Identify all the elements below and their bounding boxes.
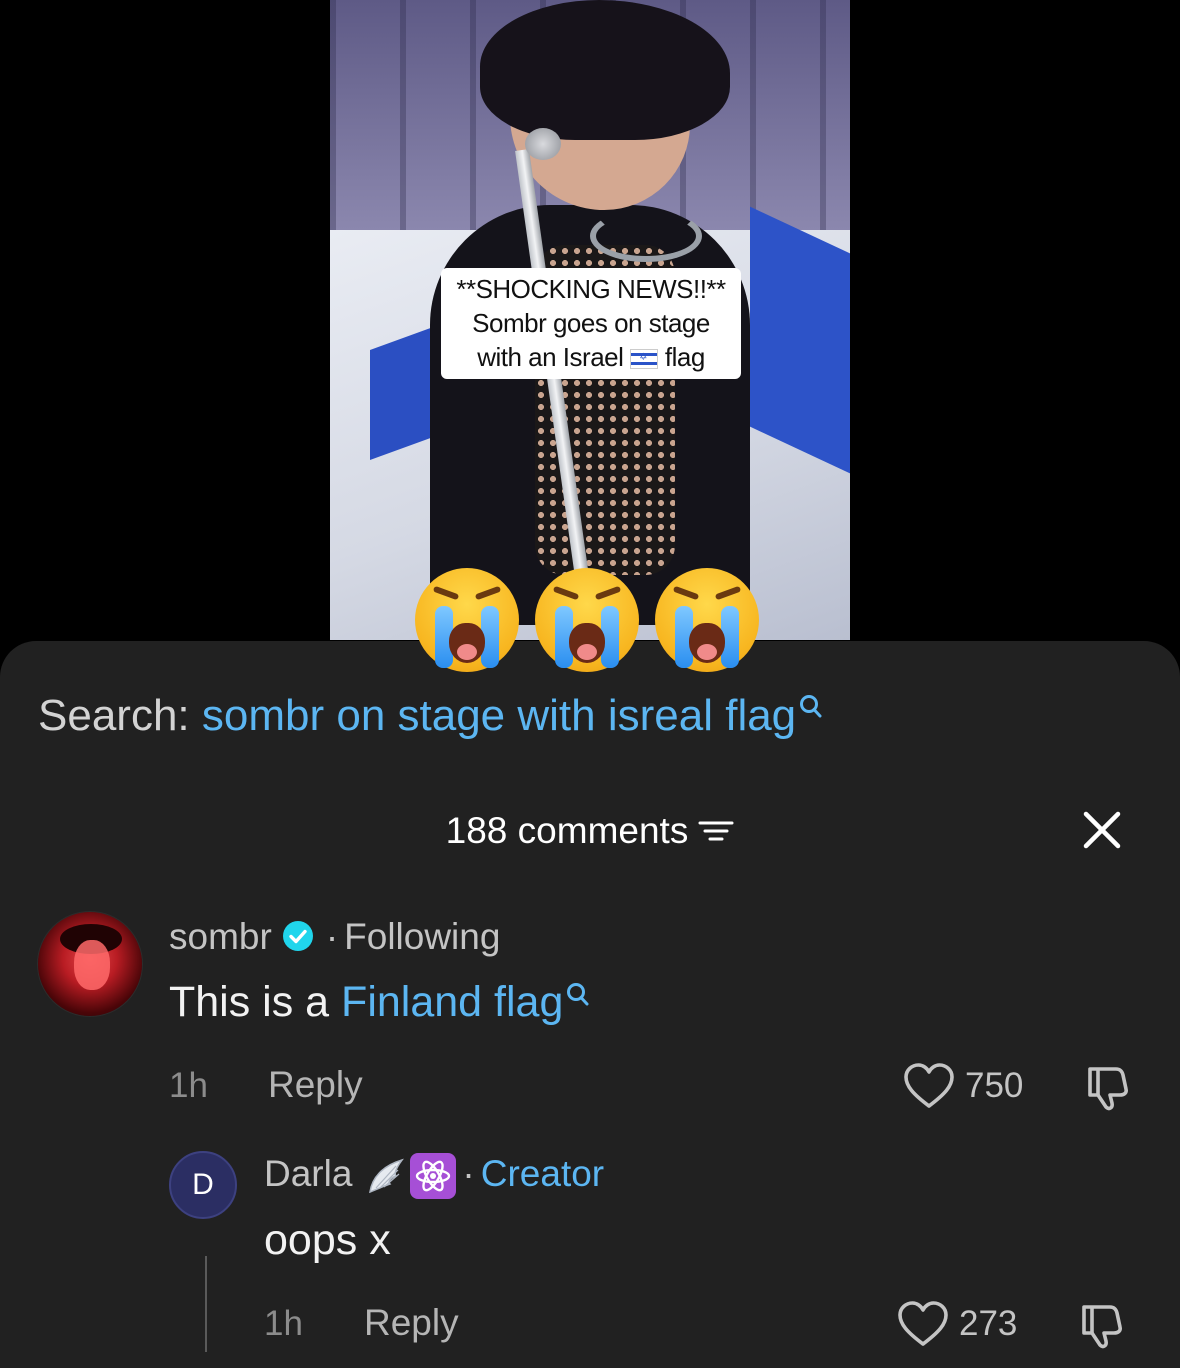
comment-timestamp: 1h [169,1066,208,1105]
creator-label: Creator [480,1153,605,1194]
video-area: **SHOCKING NEWS!!** Sombr goes on stage … [0,0,1180,660]
microphone [525,128,561,160]
avatar[interactable] [38,912,142,1016]
avatar[interactable]: D [169,1151,237,1219]
close-icon[interactable] [1078,806,1126,854]
comments-sheet: Search: sombr on stage with isreal flag … [0,641,1180,1368]
atom-symbol-icon [410,1153,457,1200]
performer-hair [480,0,730,140]
caption-line-3-flag-word: flag [664,342,705,372]
loudly-crying-face-icon [655,568,759,672]
like-button[interactable]: 750 [903,1062,1033,1110]
like-button[interactable]: 273 [897,1300,1027,1348]
flag-stripe-right [750,206,850,474]
comment-text-body: This is a [169,978,342,1026]
dislike-icon[interactable] [1082,1063,1132,1113]
reply-timestamp: 1h [264,1304,303,1343]
reply-button[interactable]: Reply [364,1302,459,1344]
comment-search-link[interactable]: Finland flag [341,978,563,1026]
heart-icon[interactable] [903,1062,955,1110]
like-count: 273 [959,1304,1018,1343]
loudly-crying-face-icon [535,568,639,672]
crying-emoji-row [415,568,775,672]
search-suggestion[interactable]: Search: sombr on stage with isreal flag [38,690,824,742]
caption-line-3-text: with an Israel [477,342,624,372]
thread-line [205,1256,207,1352]
comment-text: This is a Finland flag [169,976,591,1028]
like-count: 750 [965,1066,1024,1105]
search-icon[interactable] [798,694,824,722]
separator-dot: · [325,916,339,957]
reply-author-row: Darla · Creator [264,1152,605,1200]
comments-header: 188 comments [0,807,1180,853]
caption-line-2: Sombr goes on stage [472,308,710,338]
caption-line-1: **SHOCKING NEWS!!** [456,274,726,304]
angel-wing-icon [369,1158,405,1194]
comment-author-name[interactable]: sombr [169,916,272,957]
search-query-link[interactable]: sombr on stage with isreal flag [202,691,796,740]
separator-dot: · [462,1153,475,1194]
reply-button[interactable]: Reply [268,1064,363,1106]
loudly-crying-face-icon [415,568,519,672]
following-label: Following [344,916,501,957]
performer-necklace [590,210,702,262]
dislike-icon[interactable] [1076,1301,1126,1351]
video-caption: **SHOCKING NEWS!!** Sombr goes on stage … [441,268,741,379]
sort-filter-icon[interactable] [698,817,734,845]
comments-count: 188 comments [445,810,689,852]
israel-flag-emoji-icon [630,349,659,370]
reply-text: oops x [264,1216,391,1264]
heart-icon[interactable] [897,1300,949,1348]
app-root: **SHOCKING NEWS!!** Sombr goes on stage … [0,0,1180,1368]
search-prefix: Search: [38,691,190,740]
search-icon[interactable] [565,982,591,1010]
comment-author-row: sombr · Following [169,915,500,959]
verified-badge-icon [282,921,313,952]
caption-line-3: with an Israel flag [441,340,741,374]
reply-author-name[interactable]: Darla [264,1153,352,1194]
